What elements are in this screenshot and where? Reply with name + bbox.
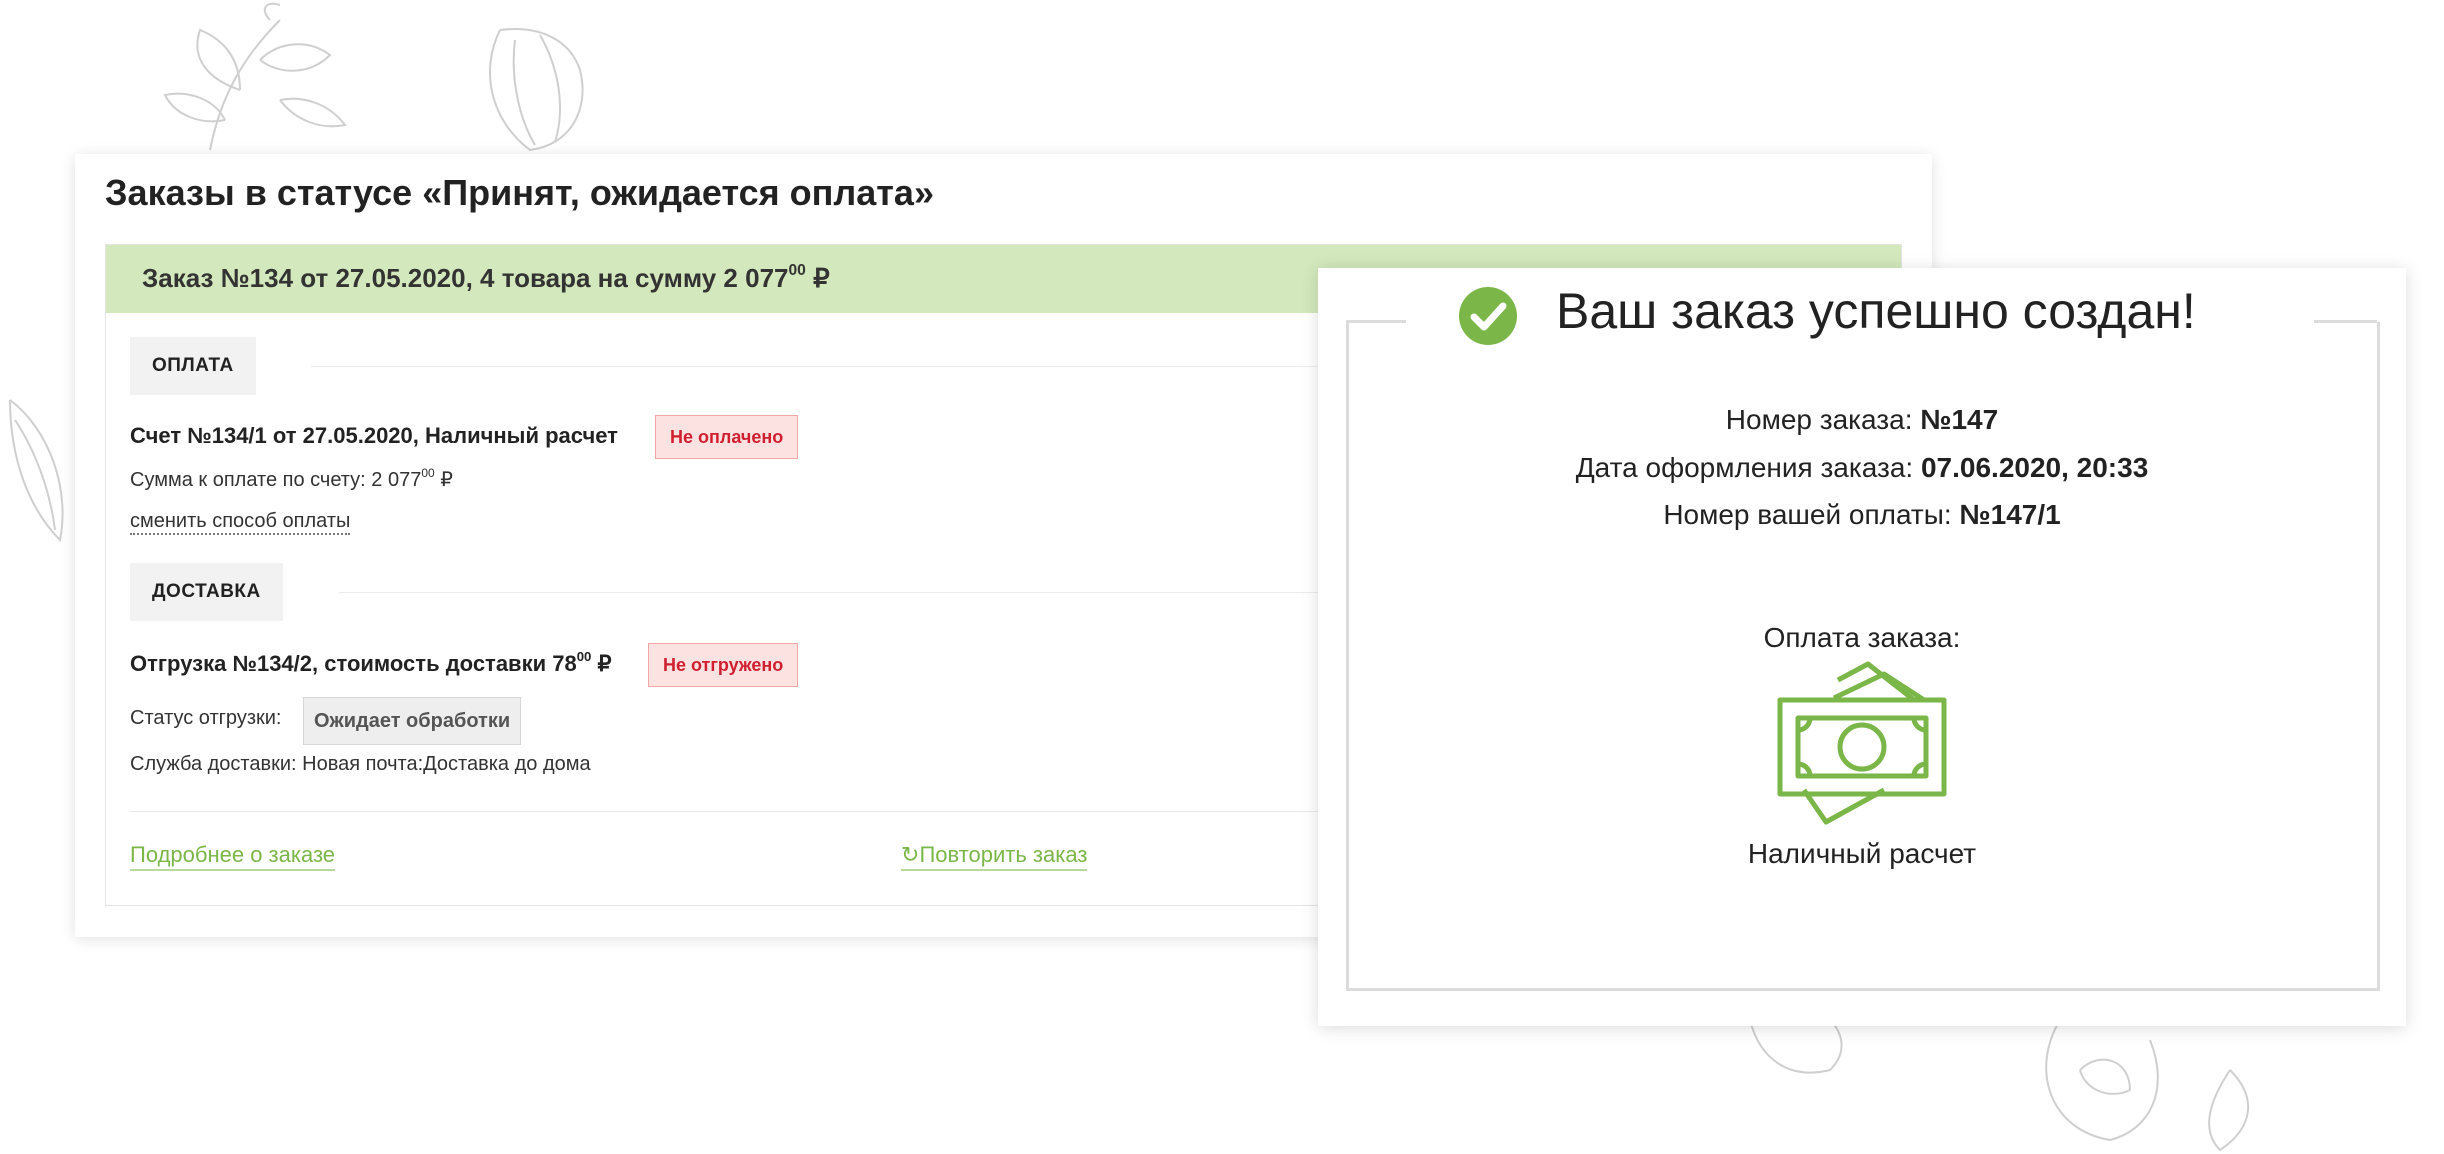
cash-icon xyxy=(1777,661,1947,825)
order-header-text: Заказ №134 от 27.05.2020, 4 товара на су… xyxy=(142,263,830,294)
herb-sketch-decoration xyxy=(163,2,347,151)
shipment-status-badge: Не отгружено xyxy=(648,643,799,687)
order-details-link[interactable]: Подробнее о заказе xyxy=(130,841,336,871)
shipment-title: Отгрузка №134/2, стоимость доставки 7800… xyxy=(130,648,612,677)
repeat-order-link[interactable]: ↻Повторить заказ xyxy=(901,841,1088,871)
order-number-value: №147 xyxy=(1920,404,1999,435)
delivery-service: Служба доставки: Новая почта:Доставка до… xyxy=(130,753,591,775)
shipment-cents: 00 xyxy=(576,648,592,664)
order-summary: Заказ №134 от 27.05.2020, 4 товара на су… xyxy=(142,263,789,293)
invoice-amount-text: Сумма к оплате по счету: 2 077 xyxy=(130,469,422,491)
order-date-value: 07.06.2020, 20:33 xyxy=(1920,452,2149,483)
order-number-line: Номер заказа: №147 xyxy=(1318,404,2406,436)
repeat-order-label: Повторить заказ xyxy=(919,842,1088,867)
garlic-sketch-decoration xyxy=(489,28,584,152)
shipment-status-value: Ожидает обработки xyxy=(303,697,522,745)
payment-number-value: №147/1 xyxy=(1959,499,2061,530)
payment-number-label: Номер вашей оплаты: xyxy=(1663,499,1952,530)
payment-method: Наличный расчет xyxy=(1747,838,1977,869)
order-sum-cents: 00 xyxy=(788,262,806,280)
order-date-line: Дата оформления заказа: 07.06.2020, 20:3… xyxy=(1318,452,2406,484)
payment-section-label: ОПЛАТА xyxy=(130,337,256,395)
success-title: Ваш заказ успешно создан! xyxy=(1556,283,2196,339)
leaf-sketch-decoration xyxy=(9,399,64,543)
repeat-icon: ↻ xyxy=(901,842,920,867)
payment-section-title: Оплата заказа: xyxy=(1763,622,1961,653)
shipment-text: Отгрузка №134/2, стоимость доставки 78 xyxy=(130,651,577,676)
vegetable-sketch-decoration xyxy=(1749,1019,2249,1152)
frame-top-right xyxy=(2314,320,2377,323)
order-number-label: Номер заказа: xyxy=(1725,404,1913,435)
change-payment-method-link[interactable]: сменить способ оплаты xyxy=(130,509,351,535)
currency-sign: ₽ xyxy=(597,651,612,676)
order-success-card: Ваш заказ успешно создан! Номер заказа: … xyxy=(1318,268,2406,1026)
frame-top-left xyxy=(1346,320,1406,323)
check-circle-icon xyxy=(1459,287,1517,345)
invoice-amount-cents: 00 xyxy=(421,465,435,480)
payment-status-badge: Не оплачено xyxy=(655,415,799,459)
currency-sign: ₽ xyxy=(440,469,453,491)
orders-title: Заказы в статусе «Принят, ожидается опла… xyxy=(105,172,934,213)
invoice-amount: Сумма к оплате по счету: 2 07700 ₽ xyxy=(130,467,453,492)
payment-number-line: Номер вашей оплаты: №147/1 xyxy=(1318,499,2406,531)
currency-sign: ₽ xyxy=(813,263,830,293)
invoice-title: Счет №134/1 от 27.05.2020, Наличный расч… xyxy=(130,423,618,448)
order-date-label: Дата оформления заказа: xyxy=(1575,452,1914,483)
delivery-section-label: ДОСТАВКА xyxy=(130,563,283,621)
shipment-status-label: Статус отгрузки: xyxy=(130,707,282,729)
